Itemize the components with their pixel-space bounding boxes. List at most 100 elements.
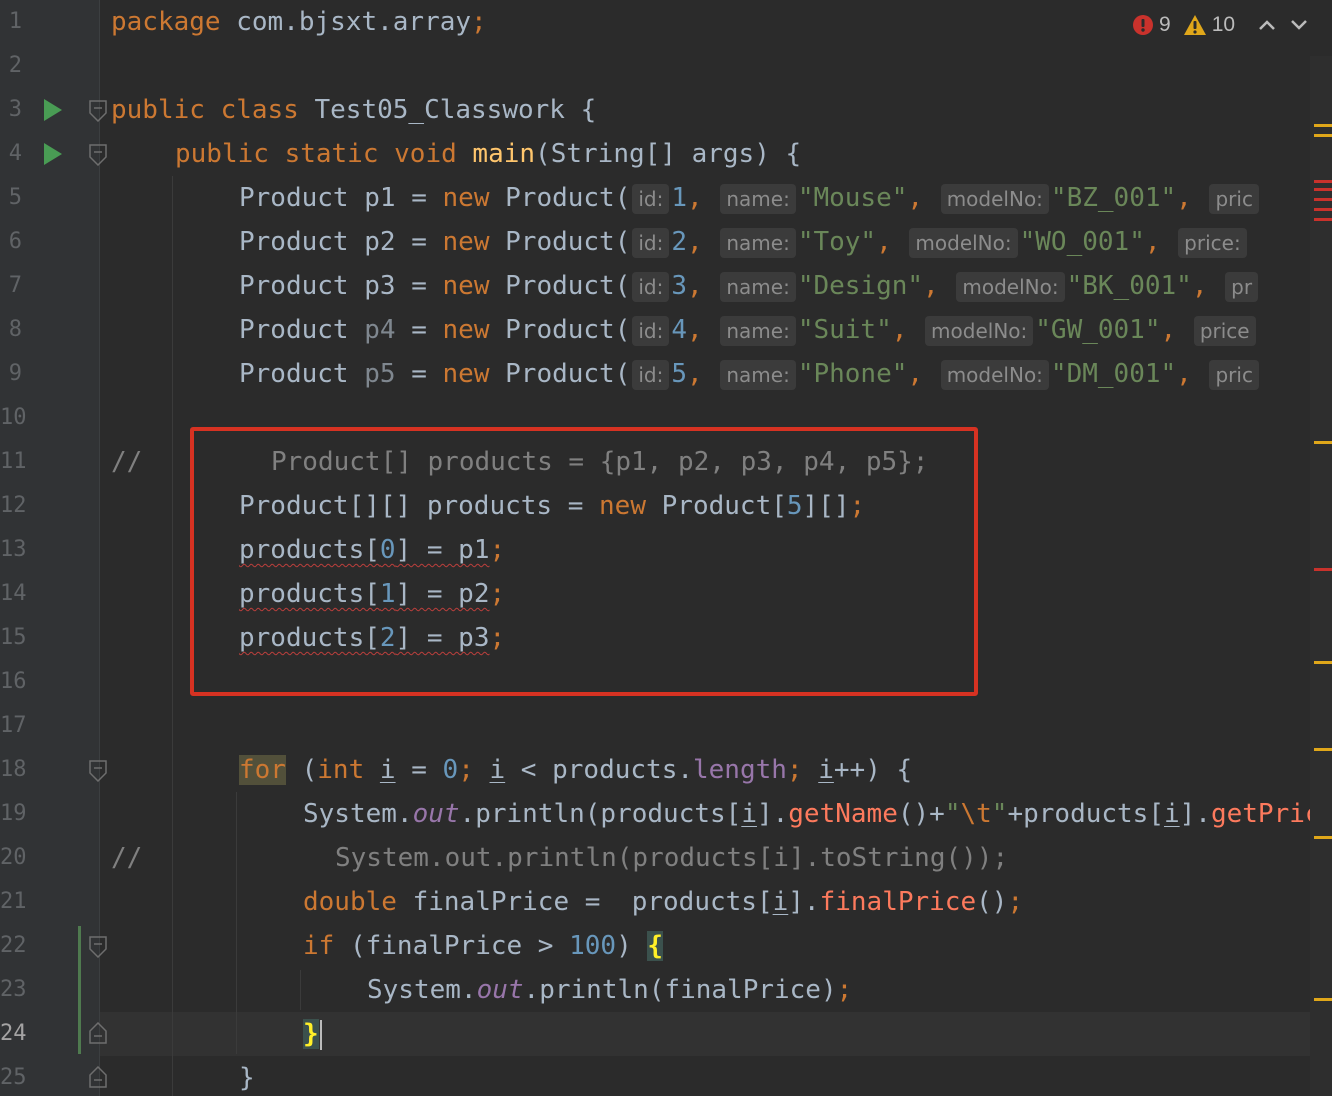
line-number[interactable]: 19 bbox=[0, 792, 27, 836]
fold-collapse-icon[interactable] bbox=[89, 100, 107, 122]
code-line-8[interactable]: Product p4 = new Product(id: 4, name: "Sui… bbox=[239, 308, 1258, 352]
error-stripe[interactable] bbox=[1314, 568, 1332, 571]
text-caret bbox=[319, 1019, 322, 1050]
line-number[interactable]: 7 bbox=[0, 264, 22, 308]
line-number[interactable]: 8 bbox=[0, 308, 22, 352]
error-stripe[interactable] bbox=[1314, 180, 1332, 183]
string: "BZ_001" bbox=[1050, 183, 1177, 213]
code-line-24[interactable]: } bbox=[303, 1012, 322, 1056]
warning-stripe[interactable] bbox=[1314, 441, 1332, 444]
fold-collapse-icon[interactable] bbox=[89, 936, 107, 958]
warning-stripe[interactable] bbox=[1314, 134, 1332, 137]
code-line-18[interactable]: for (int i = 0; i < products.length; i++… bbox=[239, 748, 912, 792]
fold-collapse-icon[interactable] bbox=[89, 144, 107, 166]
line-number[interactable]: 16 bbox=[0, 660, 27, 704]
accessor: ]. bbox=[788, 887, 820, 917]
code-editor[interactable]: 1 2 3 4 5 6 7 8 9 10 11 12 13 14 15 16 1… bbox=[0, 0, 1332, 1096]
line-number[interactable]: 9 bbox=[0, 352, 22, 396]
line-number[interactable]: 2 bbox=[0, 44, 22, 88]
code-line-6[interactable]: Product p2 = new Product(id: 2, name: "Toy… bbox=[239, 220, 1249, 264]
warning-stripe[interactable] bbox=[1314, 124, 1332, 127]
code-line-11[interactable]: // bbox=[111, 440, 142, 484]
line-number[interactable]: 14 bbox=[0, 572, 27, 616]
code-line-20[interactable]: // bbox=[111, 836, 142, 880]
line-number[interactable]: 21 bbox=[0, 880, 27, 924]
indent-guide bbox=[172, 176, 173, 1096]
number: 2 bbox=[671, 227, 688, 257]
param-hint: price bbox=[1193, 315, 1256, 346]
line-number[interactable]: 1 bbox=[0, 0, 22, 44]
method-call: .println(products[ bbox=[459, 799, 742, 829]
increment: ++) { bbox=[833, 755, 913, 785]
line-number[interactable]: 15 bbox=[0, 616, 27, 660]
warning-stripe[interactable] bbox=[1314, 998, 1332, 1001]
code-line-23[interactable]: System.out.println(finalPrice); bbox=[367, 968, 852, 1012]
accessor: ]. bbox=[756, 799, 789, 829]
line-number[interactable]: 11 bbox=[0, 440, 27, 484]
line-number[interactable]: 25 bbox=[0, 1056, 27, 1096]
warning-stripe[interactable] bbox=[1314, 836, 1332, 839]
code-line-19[interactable]: System.out.println(products[i].getName()… bbox=[303, 792, 1321, 836]
line-number[interactable]: 23 bbox=[0, 968, 27, 1012]
line-number[interactable]: 12 bbox=[0, 484, 27, 528]
semicolon: ; bbox=[471, 7, 487, 37]
paren: ) bbox=[616, 931, 648, 961]
code-line-22[interactable]: if (finalPrice > 100) { bbox=[303, 924, 664, 968]
code-line-21[interactable]: double finalPrice = products[i].finalPri… bbox=[303, 880, 1023, 924]
error-stripe[interactable] bbox=[1314, 198, 1332, 201]
operator: = bbox=[395, 359, 443, 389]
string: "BK_001" bbox=[1066, 271, 1192, 301]
fold-end-icon[interactable] bbox=[89, 1066, 107, 1088]
previous-problem-button[interactable] bbox=[1255, 13, 1279, 37]
error-stripe[interactable] bbox=[1314, 188, 1332, 191]
line-number[interactable]: 13 bbox=[0, 528, 27, 572]
error-stripe[interactable] bbox=[1314, 208, 1332, 211]
code-line-25[interactable]: } bbox=[239, 1056, 255, 1096]
line-number-current[interactable]: 24 bbox=[0, 1012, 27, 1056]
static-field: out bbox=[412, 799, 460, 829]
error-count[interactable]: 9 bbox=[1132, 13, 1171, 37]
code-line-7[interactable]: Product p3 = new Product(id: 3, name: "Des… bbox=[239, 264, 1260, 308]
operator: = bbox=[395, 755, 443, 785]
keyword: package bbox=[111, 7, 221, 37]
line-number[interactable]: 4 bbox=[0, 132, 22, 176]
constructor: Product( bbox=[489, 227, 631, 257]
code-line-3[interactable]: public class Test05_Classwork { bbox=[111, 88, 596, 132]
line-number[interactable]: 18 bbox=[0, 748, 27, 792]
code-line-9[interactable]: Product p5 = new Product(id: 5, name: "Pho… bbox=[239, 352, 1261, 396]
run-main-icon[interactable] bbox=[42, 142, 64, 166]
indent-guide bbox=[300, 970, 301, 1010]
operator: = bbox=[395, 183, 443, 213]
run-class-icon[interactable] bbox=[42, 98, 64, 122]
paren: ( bbox=[285, 755, 318, 785]
param-hint: name: bbox=[720, 315, 796, 346]
warning-stripe[interactable] bbox=[1314, 748, 1332, 751]
vcs-change-marker[interactable] bbox=[78, 926, 81, 1054]
line-number[interactable]: 10 bbox=[0, 396, 27, 440]
code-line-4[interactable]: public static void main(String[] args) { bbox=[175, 132, 801, 176]
line-number[interactable]: 17 bbox=[0, 704, 27, 748]
line-number[interactable]: 20 bbox=[0, 836, 27, 880]
code-line-1[interactable]: package com.bjsxt.array; bbox=[111, 0, 487, 44]
line-number[interactable]: 3 bbox=[0, 88, 22, 132]
escape-sequence: \t bbox=[960, 799, 992, 829]
param-hint: modelNo: bbox=[909, 227, 1018, 258]
string: "GW_001" bbox=[1035, 315, 1161, 345]
code-line-5[interactable]: Product p1 = new Product(id: 1, name: "Mou… bbox=[239, 176, 1261, 220]
warning-stripe[interactable] bbox=[1314, 661, 1332, 664]
param-hint: id: bbox=[632, 183, 670, 214]
line-number[interactable]: 6 bbox=[0, 220, 22, 264]
method-call: getName bbox=[788, 799, 898, 829]
warning-count-label: 10 bbox=[1211, 13, 1236, 36]
error-stripe[interactable] bbox=[1314, 218, 1332, 221]
fold-end-icon[interactable] bbox=[89, 1022, 107, 1044]
line-number[interactable]: 22 bbox=[0, 924, 27, 968]
next-problem-button[interactable] bbox=[1287, 13, 1311, 37]
variable: p2 bbox=[364, 227, 396, 257]
warning-count[interactable]: 10 bbox=[1183, 13, 1235, 37]
fold-collapse-icon[interactable] bbox=[89, 760, 107, 782]
line-number[interactable]: 5 bbox=[0, 176, 22, 220]
string: " bbox=[991, 799, 1008, 829]
inspection-widget[interactable]: 9 10 bbox=[1132, 10, 1312, 40]
editor-scrollbar[interactable] bbox=[1310, 56, 1332, 1096]
